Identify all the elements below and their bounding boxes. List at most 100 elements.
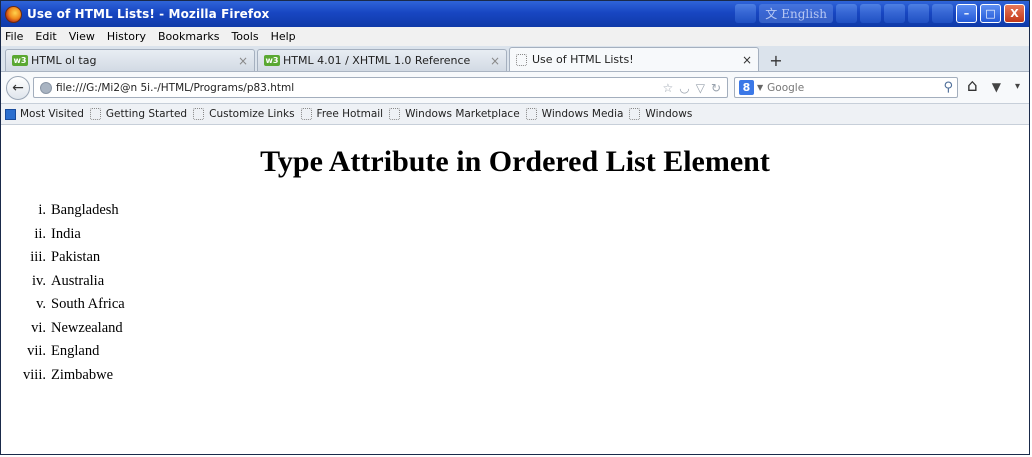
translucent-tool-icon[interactable]: [836, 4, 857, 23]
search-input[interactable]: Google: [767, 82, 943, 94]
bookmark-windows-media[interactable]: Windows Media: [525, 108, 624, 120]
pocket-icon[interactable]: ▼: [992, 80, 1001, 94]
bookmark-windows[interactable]: Windows: [629, 108, 692, 120]
menu-bookmarks[interactable]: Bookmarks: [158, 30, 219, 43]
list-item-text: India: [51, 225, 81, 242]
tab-label: HTML 4.01 / XHTML 1.0 Reference: [283, 54, 471, 67]
google-icon[interactable]: 8: [739, 80, 754, 95]
tab-html-ol-tag[interactable]: w3 HTML ol tag ×: [5, 49, 255, 71]
list-item: ii. India: [1, 223, 125, 247]
home-icon[interactable]: ⌂: [967, 78, 978, 95]
list-numeral: vii.: [27, 343, 46, 359]
translucent-tool-icon[interactable]: [884, 4, 905, 23]
url-tools: ☆ ◡ ▽ ↻: [662, 81, 727, 95]
nav-right-tools: ⌂ ▼ ▾: [967, 78, 1020, 95]
bookmark-label: Most Visited: [20, 108, 84, 120]
minimize-button[interactable]: –: [956, 4, 977, 23]
bookmark-label: Windows: [645, 108, 693, 120]
list-numeral: v.: [36, 296, 46, 312]
bookmark-label: Windows Media: [541, 108, 624, 120]
star-icon[interactable]: ☆: [662, 81, 673, 95]
blank-page-icon: [89, 108, 101, 120]
blank-page-icon: [389, 108, 401, 120]
w3schools-icon: w3: [264, 55, 280, 66]
title-bar-controls: 文 English – □ X: [735, 4, 1025, 23]
list-item: vii. England: [1, 340, 125, 364]
navigation-bar: ← file:///G:/Mi2@n 5i.-/HTML/Programs/p8…: [1, 72, 1029, 104]
translucent-tool-icon[interactable]: [932, 4, 953, 23]
tab-label: Use of HTML Lists!: [532, 53, 634, 66]
translucent-tool-icon[interactable]: [908, 4, 929, 23]
menu-bar: File Edit View History Bookmarks Tools H…: [1, 27, 1029, 46]
search-bar[interactable]: 8 ▼ Google ⚲: [734, 77, 958, 98]
tab-close-icon[interactable]: ×: [490, 54, 500, 68]
page-content: Type Attribute in Ordered List Element i…: [1, 125, 1029, 437]
tab-strip: w3 HTML ol tag × w3 HTML 4.01 / XHTML 1.…: [1, 46, 1029, 72]
bookmark-label: Getting Started: [105, 108, 188, 120]
most-visited-icon: [5, 108, 16, 120]
maximize-button[interactable]: □: [980, 4, 1001, 23]
list-item: iii. Pakistan: [1, 246, 125, 270]
list-item-text: Newzealand: [51, 319, 123, 336]
menu-view[interactable]: View: [69, 30, 95, 43]
tab-html-reference[interactable]: w3 HTML 4.01 / XHTML 1.0 Reference ×: [257, 49, 507, 71]
list-item: iv. Australia: [1, 270, 125, 294]
url-input[interactable]: file:///G:/Mi2@n 5i.-/HTML/Programs/p83.…: [56, 82, 662, 94]
list-numeral: i.: [38, 202, 46, 218]
bookmark-free-hotmail[interactable]: Free Hotmail: [300, 108, 384, 120]
list-item: v. South Africa: [1, 293, 125, 317]
bookmark-customize-links[interactable]: Customize Links: [193, 108, 295, 120]
tab-close-icon[interactable]: ×: [238, 54, 248, 68]
reload-icon[interactable]: ↻: [711, 81, 721, 95]
tab-close-icon[interactable]: ×: [742, 53, 752, 67]
list-numeral: viii.: [23, 366, 46, 383]
list-numeral: iii.: [30, 249, 46, 265]
window-title: Use of HTML Lists! - Mozilla Firefox: [27, 7, 270, 21]
tab-use-of-html-lists[interactable]: Use of HTML Lists! ×: [509, 47, 759, 71]
list-numeral: ii.: [34, 225, 46, 242]
list-item-text: Bangladesh: [51, 202, 119, 218]
pocket-small-icon[interactable]: ◡: [679, 81, 689, 95]
address-bar[interactable]: file:///G:/Mi2@n 5i.-/HTML/Programs/p83.…: [33, 77, 728, 98]
language-label: English: [781, 6, 827, 21]
menu-edit[interactable]: Edit: [35, 30, 56, 43]
menu-help[interactable]: Help: [271, 30, 296, 43]
bookmark-most-visited[interactable]: Most Visited: [5, 108, 84, 120]
w3schools-icon: w3: [12, 55, 28, 66]
bookmark-getting-started[interactable]: Getting Started: [89, 108, 188, 120]
menu-history[interactable]: History: [107, 30, 146, 43]
language-indicator[interactable]: 文 English: [759, 4, 833, 23]
back-button[interactable]: ←: [6, 75, 30, 100]
dropdown-icon[interactable]: ▽: [696, 81, 705, 95]
list-item-text: South Africa: [51, 296, 125, 312]
more-tools-icon[interactable]: ▾: [1015, 81, 1020, 92]
list-item-text: Pakistan: [51, 249, 101, 265]
list-item-text: Zimbabwe: [51, 366, 114, 383]
list-item-text: Australia: [51, 272, 105, 289]
list-numeral: iv.: [32, 272, 46, 289]
blank-page-icon: [525, 108, 537, 120]
globe-icon: [40, 81, 52, 94]
search-icon[interactable]: ⚲: [943, 80, 953, 95]
bookmark-windows-marketplace[interactable]: Windows Marketplace: [389, 108, 520, 120]
firefox-logo-icon: [5, 5, 22, 23]
menu-file[interactable]: File: [5, 30, 23, 43]
bookmarks-toolbar: Most Visited Getting Started Customize L…: [1, 104, 1029, 125]
blank-page-icon: [516, 53, 527, 66]
browser-window: Use of HTML Lists! - Mozilla Firefox 文 E…: [0, 0, 1030, 455]
page-heading: Type Attribute in Ordered List Element: [260, 145, 770, 178]
country-list: i. Bangladesh ii. India iii. Pakistan iv. Au…: [1, 199, 125, 387]
chevron-down-icon[interactable]: ▼: [757, 83, 763, 92]
blank-page-icon: [300, 108, 312, 120]
close-button[interactable]: X: [1004, 4, 1025, 23]
bookmark-label: Free Hotmail: [316, 108, 384, 120]
translucent-tool-icon[interactable]: [735, 4, 757, 23]
translucent-tool-icon[interactable]: [860, 4, 881, 23]
list-item-text: England: [51, 343, 100, 359]
menu-tools[interactable]: Tools: [231, 30, 258, 43]
new-tab-button[interactable]: +: [763, 49, 789, 71]
list-item: i. Bangladesh: [1, 199, 125, 223]
bookmark-label: Windows Marketplace: [405, 108, 520, 120]
title-bar[interactable]: Use of HTML Lists! - Mozilla Firefox 文 E…: [1, 1, 1029, 27]
list-item: vi. Newzealand: [1, 317, 125, 341]
